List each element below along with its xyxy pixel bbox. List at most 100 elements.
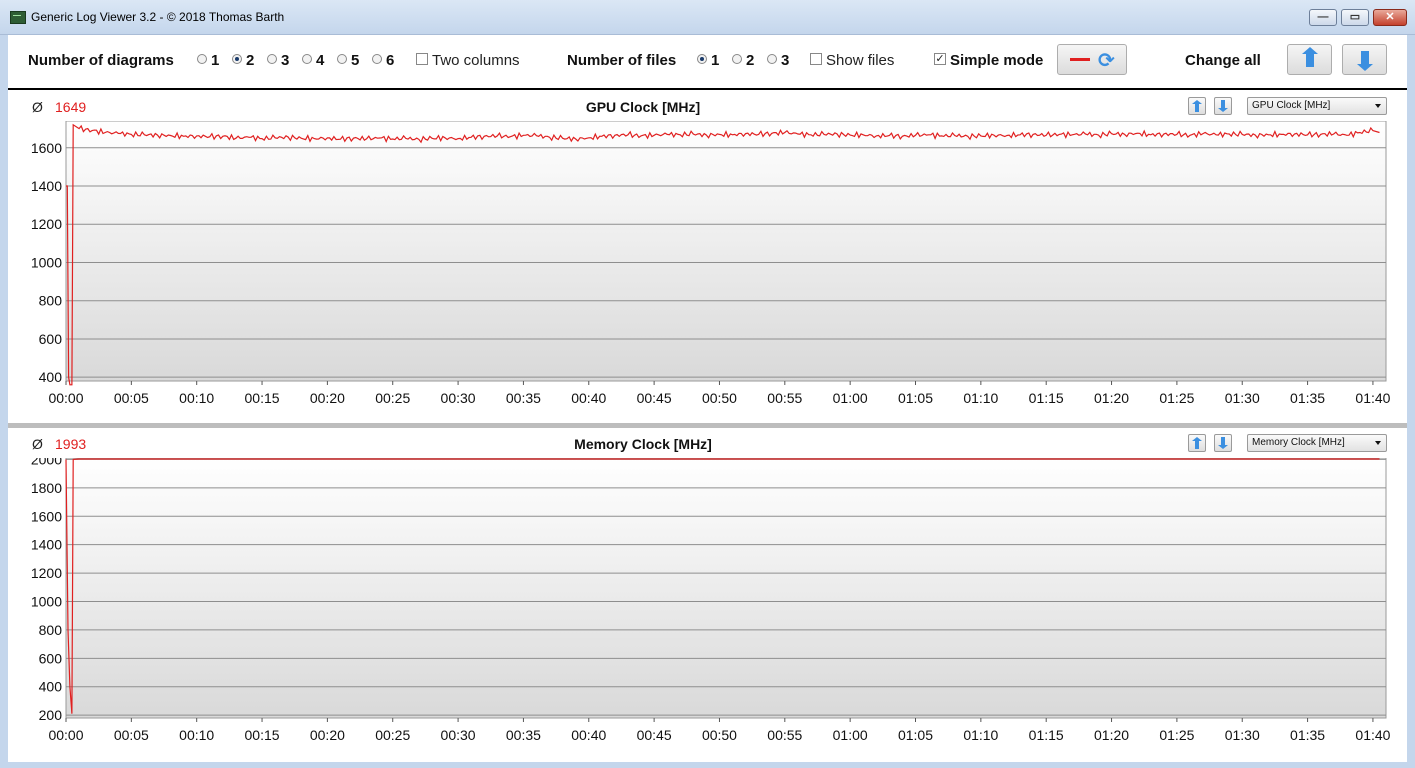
- channel-select-value: GPU Clock [MHz]: [1252, 100, 1331, 111]
- diagrams-radio-5[interactable]: [337, 54, 347, 64]
- files-radio-3[interactable]: [767, 54, 777, 64]
- y-tick-label: 400: [39, 369, 63, 385]
- x-tick-label: 00:05: [114, 727, 149, 743]
- chart-svg: 200 400 600 800 1000 1200 1400 1600 1800 2000 00:0…: [31, 458, 1391, 743]
- chart-title: Memory Clock [MHz]: [574, 436, 712, 452]
- x-tick-label: 00:25: [375, 727, 410, 743]
- x-tick-label: 00:10: [179, 390, 214, 406]
- x-tick-label: 00:00: [48, 390, 83, 406]
- window-title: Generic Log Viewer 3.2 - © 2018 Thomas B…: [31, 10, 285, 24]
- window-frame-bottom: [0, 762, 1415, 768]
- maximize-icon: ▭: [1349, 11, 1361, 23]
- x-tick-label: 01:00: [833, 727, 868, 743]
- panel-splitter[interactable]: [8, 423, 1407, 428]
- panel-up-button[interactable]: [1188, 434, 1206, 452]
- x-tick-label: 00:45: [637, 390, 672, 406]
- diagrams-radio-label-6: 6: [386, 52, 395, 69]
- minimize-button[interactable]: —: [1309, 9, 1337, 26]
- arrow-up-icon: [1192, 100, 1202, 112]
- files-radio-label-3: 3: [781, 52, 790, 69]
- y-tick-label: 1000: [31, 593, 62, 609]
- channel-select[interactable]: GPU Clock [MHz]: [1247, 97, 1387, 115]
- window-frame-left: [0, 35, 8, 768]
- panel-down-button[interactable]: [1214, 434, 1232, 452]
- two-columns-checkbox[interactable]: [416, 53, 428, 65]
- diagrams-radio-4[interactable]: [302, 54, 312, 64]
- change-all-label: Change all: [1185, 52, 1261, 69]
- channel-select[interactable]: Memory Clock [MHz]: [1247, 434, 1387, 452]
- chevron-down-icon: [1375, 104, 1381, 108]
- files-radio-label-2: 2: [746, 52, 755, 69]
- close-button[interactable]: ✕: [1373, 9, 1407, 26]
- x-tick-label: 00:10: [179, 727, 214, 743]
- window-frame-right: [1407, 35, 1415, 768]
- diagrams-radio-3[interactable]: [267, 54, 277, 64]
- x-tick-label: 01:05: [898, 390, 933, 406]
- panel-up-button[interactable]: [1188, 97, 1206, 115]
- x-tick-label: 01:40: [1355, 727, 1390, 743]
- two-columns-label: Two columns: [432, 52, 520, 69]
- diagrams-radio-label-4: 4: [316, 52, 325, 69]
- files-radio-2[interactable]: [732, 54, 742, 64]
- arrow-down-icon: [1356, 51, 1373, 71]
- arrow-down-icon: [1218, 437, 1228, 449]
- y-tick-label: 200: [39, 707, 63, 723]
- y-tick-label: 1400: [31, 537, 62, 553]
- x-tick-label: 00:05: [114, 390, 149, 406]
- files-radio-1[interactable]: [697, 54, 707, 64]
- show-files-checkbox[interactable]: [810, 53, 822, 65]
- x-tick-label: 01:25: [1159, 727, 1194, 743]
- diagrams-radio-1[interactable]: [197, 54, 207, 64]
- diagrams-radio-label-3: 3: [281, 52, 290, 69]
- y-tick-label: 1200: [31, 216, 62, 232]
- chart-title: GPU Clock [MHz]: [585, 99, 701, 115]
- app-icon: [10, 11, 26, 24]
- color-refresh-button[interactable]: ⟳: [1057, 44, 1127, 75]
- x-tick-label: 00:00: [48, 727, 83, 743]
- y-tick-label: 600: [39, 650, 63, 666]
- y-tick-label: 1600: [31, 140, 62, 156]
- x-tick-label: 00:15: [245, 727, 280, 743]
- y-tick-label: 1600: [31, 508, 62, 524]
- y-tick-label: 800: [39, 622, 63, 638]
- x-tick-label: 00:30: [441, 390, 476, 406]
- chart-svg: 400 600 800 1000 1200 1400 1600 00:00 00:05 00:10…: [31, 121, 1391, 406]
- x-tick-label: 01:40: [1355, 390, 1390, 406]
- maximize-button[interactable]: ▭: [1341, 9, 1369, 26]
- x-tick-label: 01:20: [1094, 727, 1129, 743]
- diagrams-radio-6[interactable]: [372, 54, 382, 64]
- x-tick-label: 00:40: [571, 727, 606, 743]
- toolbar: Number of diagrams 1 2 3 4 5 6 Two colum…: [8, 36, 1407, 90]
- y-tick-label: 600: [39, 331, 63, 347]
- x-tick-label: 01:05: [898, 727, 933, 743]
- title-bar: Generic Log Viewer 3.2 - © 2018 Thomas B…: [0, 0, 1415, 35]
- x-tick-label: 00:55: [767, 727, 802, 743]
- plot-area: [65, 458, 1387, 719]
- simple-mode-label: Simple mode: [950, 52, 1044, 69]
- simple-mode-checkbox[interactable]: ✓: [934, 53, 946, 65]
- y-tick-label: 1800: [31, 480, 62, 496]
- chevron-down-icon: [1375, 441, 1381, 445]
- panel-down-button[interactable]: [1214, 97, 1232, 115]
- x-tick-label: 00:45: [637, 727, 672, 743]
- x-tick-label: 00:30: [441, 727, 476, 743]
- diagram-panel-1: Ø 1649 GPU Clock [MHz] GPU Clock [MHz] 4…: [8, 92, 1407, 423]
- x-tick-label: 01:10: [963, 727, 998, 743]
- y-tick-label: 800: [39, 293, 63, 309]
- x-tick-label: 00:50: [702, 390, 737, 406]
- diagrams-radio-label-1: 1: [211, 52, 220, 69]
- x-tick-label: 00:55: [767, 390, 802, 406]
- diagrams-radio-2[interactable]: [232, 54, 242, 64]
- y-tick-label: 1000: [31, 254, 62, 270]
- move-down-all-button[interactable]: [1342, 44, 1387, 75]
- diagram-panel-2: Ø 1993 Memory Clock [MHz] Memory Clock […: [8, 429, 1407, 762]
- move-up-all-button[interactable]: [1287, 44, 1332, 75]
- x-tick-label: 01:15: [1029, 390, 1064, 406]
- x-tick-label: 01:35: [1290, 727, 1325, 743]
- diagrams-radio-label-2: 2: [246, 52, 255, 69]
- y-tick-label: 1200: [31, 565, 62, 581]
- diagrams-radio-label-5: 5: [351, 52, 360, 69]
- channel-select-value: Memory Clock [MHz]: [1252, 437, 1345, 448]
- arrow-down-icon: [1218, 100, 1228, 112]
- x-tick-label: 01:00: [833, 390, 868, 406]
